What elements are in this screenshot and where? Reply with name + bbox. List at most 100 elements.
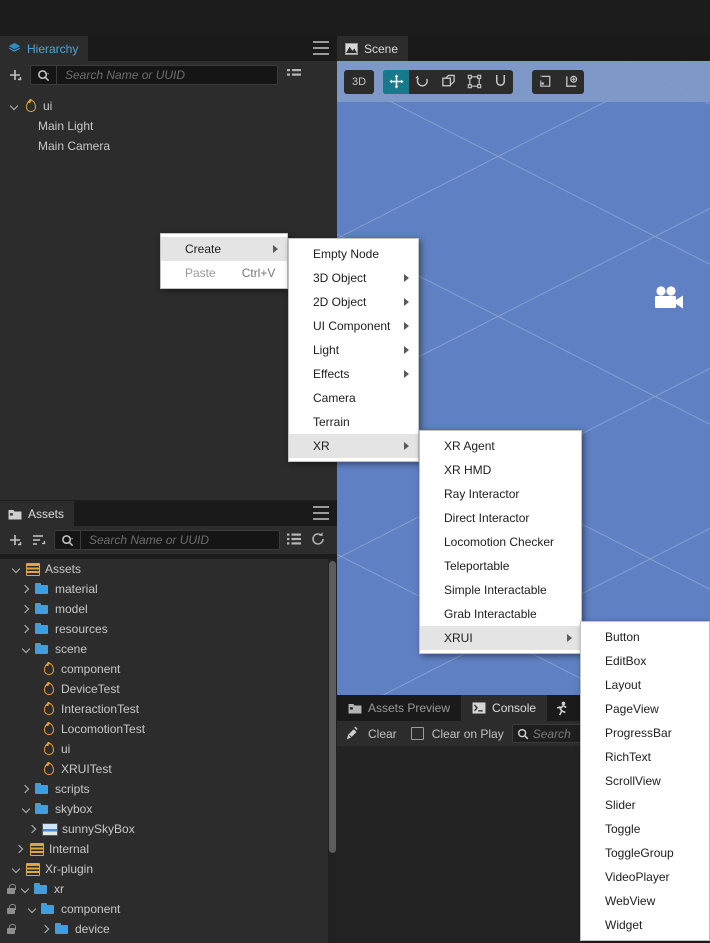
hierarchy-list-view-icon[interactable] bbox=[286, 66, 304, 84]
assets-tree[interactable]: Assets material model resources scene co… bbox=[0, 559, 337, 943]
chevron-down-icon[interactable] bbox=[19, 883, 31, 895]
asset-row[interactable]: component bbox=[0, 899, 337, 919]
asset-row[interactable]: scene bbox=[0, 639, 337, 659]
menu-item-direct-interactor[interactable]: Direct Interactor bbox=[420, 506, 581, 530]
camera-gizmo-icon[interactable] bbox=[652, 285, 684, 313]
menu-item-effects[interactable]: Effects bbox=[289, 362, 418, 386]
chevron-down-icon[interactable] bbox=[20, 803, 32, 815]
chevron-right-icon[interactable] bbox=[20, 783, 32, 795]
menu-item-camera[interactable]: Camera bbox=[289, 386, 418, 410]
create-submenu[interactable]: Empty Node 3D Object 2D Object UI Compon… bbox=[288, 238, 419, 462]
menu-item-paste[interactable]: Paste Ctrl+V bbox=[161, 261, 287, 285]
asset-row[interactable]: InteractionTest bbox=[0, 699, 337, 719]
chevron-down-icon[interactable] bbox=[26, 903, 38, 915]
tab-assets[interactable]: Assets bbox=[0, 501, 75, 526]
hierarchy-search-input[interactable] bbox=[57, 68, 277, 82]
menu-item-xr-hmd[interactable]: XR HMD bbox=[420, 458, 581, 482]
menu-item-xr[interactable]: XR bbox=[289, 434, 418, 458]
asset-row[interactable]: xr bbox=[0, 879, 337, 899]
menu-item-pageview[interactable]: PageView bbox=[581, 697, 709, 721]
asset-row[interactable]: skybox bbox=[0, 799, 337, 819]
asset-row[interactable]: component bbox=[0, 659, 337, 679]
tab-console[interactable]: Console bbox=[461, 695, 548, 721]
asset-row[interactable]: scripts bbox=[0, 779, 337, 799]
chevron-right-icon[interactable] bbox=[40, 923, 52, 935]
magnet-snap-tool[interactable] bbox=[487, 70, 513, 94]
rect-transform-tool[interactable] bbox=[461, 70, 487, 94]
chevron-down-icon[interactable] bbox=[8, 100, 20, 112]
xr-submenu[interactable]: XR Agent XR HMD Ray Interactor Direct In… bbox=[419, 430, 582, 654]
menu-item-teleportable[interactable]: Teleportable bbox=[420, 554, 581, 578]
asset-row[interactable]: DeviceTest bbox=[0, 679, 337, 699]
menu-item-2d-object[interactable]: 2D Object bbox=[289, 290, 418, 314]
asset-row[interactable]: model bbox=[0, 599, 337, 619]
assets-scrollbar-thumb[interactable] bbox=[329, 561, 336, 853]
menu-item-webview[interactable]: WebView bbox=[581, 889, 709, 913]
menu-item-3d-object[interactable]: 3D Object bbox=[289, 266, 418, 290]
xrui-submenu[interactable]: Button EditBox Layout PageView ProgressB… bbox=[580, 621, 710, 941]
sort-icon[interactable] bbox=[30, 531, 48, 549]
menu-item-ui-component[interactable]: UI Component bbox=[289, 314, 418, 338]
hierarchy-menu-icon[interactable] bbox=[313, 41, 329, 55]
scale-tool[interactable] bbox=[435, 70, 461, 94]
move-tool[interactable] bbox=[383, 69, 409, 94]
tab-hierarchy[interactable]: Hierarchy bbox=[0, 36, 89, 61]
hierarchy-node[interactable]: Main Light bbox=[0, 116, 337, 136]
asset-row[interactable]: device bbox=[0, 919, 337, 939]
tab-scene[interactable]: Scene bbox=[337, 36, 409, 61]
menu-item-togglegroup[interactable]: ToggleGroup bbox=[581, 841, 709, 865]
menu-item-xrui[interactable]: XRUI bbox=[420, 626, 581, 650]
chevron-right-icon[interactable] bbox=[20, 623, 32, 635]
menu-item-xr-agent[interactable]: XR Agent bbox=[420, 434, 581, 458]
menu-item-richtext[interactable]: RichText bbox=[581, 745, 709, 769]
asset-row[interactable]: Xr-plugin bbox=[0, 859, 337, 879]
3d-mode-toggle[interactable]: 3D bbox=[344, 69, 374, 94]
rotate-tool[interactable] bbox=[409, 70, 435, 94]
asset-row[interactable]: resources bbox=[0, 619, 337, 639]
menu-item-layout[interactable]: Layout bbox=[581, 673, 709, 697]
chevron-down-icon[interactable] bbox=[10, 863, 22, 875]
asset-row[interactable]: LocomotionTest bbox=[0, 719, 337, 739]
assets-list-view-icon[interactable] bbox=[286, 531, 304, 549]
hierarchy-node[interactable]: Main Camera bbox=[0, 136, 337, 156]
asset-row[interactable]: material bbox=[0, 579, 337, 599]
asset-row[interactable]: Assets bbox=[0, 559, 337, 579]
asset-row[interactable]: ui bbox=[0, 739, 337, 759]
tab-assets-preview[interactable]: Assets Preview bbox=[337, 695, 462, 721]
menu-item-locomotion-checker[interactable]: Locomotion Checker bbox=[420, 530, 581, 554]
broom-icon[interactable] bbox=[345, 726, 360, 741]
tab-animation[interactable] bbox=[547, 695, 585, 721]
menu-item-toggle[interactable]: Toggle bbox=[581, 817, 709, 841]
chevron-right-icon[interactable] bbox=[20, 583, 32, 595]
assets-search-input[interactable] bbox=[81, 533, 279, 547]
add-node-icon[interactable] bbox=[6, 66, 24, 84]
assets-menu-icon[interactable] bbox=[313, 506, 329, 520]
refresh-icon[interactable] bbox=[310, 531, 328, 549]
menu-item-videoplayer[interactable]: VideoPlayer bbox=[581, 865, 709, 889]
menu-item-widget[interactable]: Widget bbox=[581, 913, 709, 937]
menu-item-button[interactable]: Button bbox=[581, 625, 709, 649]
chevron-down-icon[interactable] bbox=[10, 563, 22, 575]
context-menu[interactable]: Create Paste Ctrl+V bbox=[160, 233, 288, 289]
menu-item-progressbar[interactable]: ProgressBar bbox=[581, 721, 709, 745]
menu-item-ray-interactor[interactable]: Ray Interactor bbox=[420, 482, 581, 506]
menu-item-simple-interactable[interactable]: Simple Interactable bbox=[420, 578, 581, 602]
add-asset-icon[interactable] bbox=[6, 531, 24, 549]
menu-item-slider[interactable]: Slider bbox=[581, 793, 709, 817]
asset-row[interactable]: XRUITest bbox=[0, 759, 337, 779]
menu-item-create[interactable]: Create bbox=[161, 237, 287, 261]
chevron-down-icon[interactable] bbox=[20, 643, 32, 655]
clear-on-play-label[interactable]: Clear on Play bbox=[432, 727, 504, 741]
menu-item-grab-interactable[interactable]: Grab Interactable bbox=[420, 602, 581, 626]
asset-row[interactable]: Internal bbox=[0, 839, 337, 859]
hierarchy-search[interactable] bbox=[30, 65, 278, 85]
menu-item-scrollview[interactable]: ScrollView bbox=[581, 769, 709, 793]
chevron-right-icon[interactable] bbox=[14, 843, 26, 855]
clear-button[interactable]: Clear bbox=[368, 727, 397, 741]
menu-item-terrain[interactable]: Terrain bbox=[289, 410, 418, 434]
menu-item-light[interactable]: Light bbox=[289, 338, 418, 362]
coordinate-space-toggle[interactable] bbox=[558, 70, 584, 94]
chevron-right-icon[interactable] bbox=[20, 603, 32, 615]
chevron-right-icon[interactable] bbox=[27, 823, 39, 835]
pivot-toggle[interactable] bbox=[532, 70, 558, 94]
